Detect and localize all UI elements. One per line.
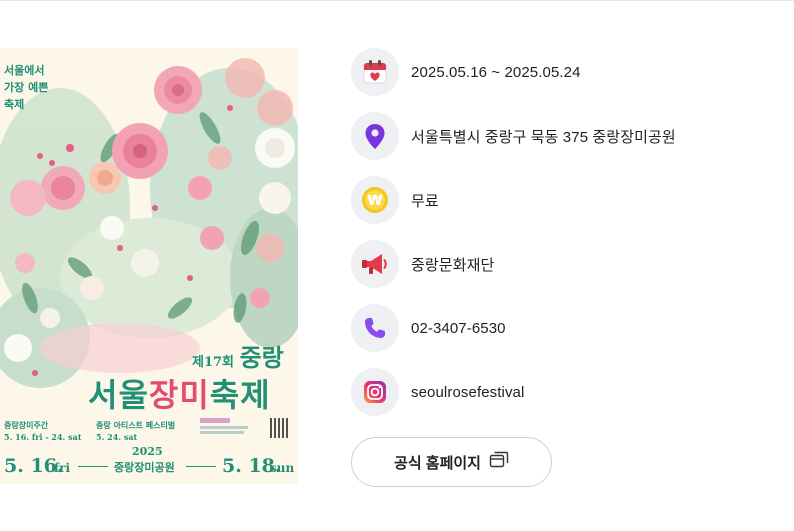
poster-week-info: 중랑장미주간 5. 16. fri - 24. sat <box>4 419 82 443</box>
won-coin-icon: ₩ <box>351 176 399 224</box>
poster-artist-date: 5. 24. sat <box>96 432 138 442</box>
event-instagram-text[interactable]: seoulrosefestival <box>411 384 524 401</box>
poster-region: 중랑 <box>239 343 284 372</box>
poster-edition-line: 제17회 중랑 <box>192 338 284 373</box>
poster-date-line: 5. 16. fri 중랑장미공원 5. 18. sun <box>4 455 296 477</box>
event-organizer-text: 중랑문화재단 <box>411 256 495 274</box>
info-row-date: 2025.05.16 ~ 2025.05.24 <box>351 48 781 96</box>
phone-icon <box>351 304 399 352</box>
official-homepage-button[interactable]: 공식 홈페이지 <box>351 437 552 487</box>
poster-artist-label: 중랑 아티스트 페스티벌 <box>96 420 176 430</box>
official-homepage-label: 공식 홈페이지 <box>394 454 481 472</box>
poster-artist-info: 중랑 아티스트 페스티벌 5. 24. sat <box>96 419 175 443</box>
info-row-location: 서울특별시 중랑구 묵동 375 중랑장미공원 <box>351 112 781 160</box>
poster-title: 서울장미축제 <box>88 370 271 416</box>
poster-divider-line <box>186 466 216 467</box>
megaphone-icon <box>351 240 399 288</box>
poster-title-highlight: 장미 <box>148 376 210 414</box>
info-row-fee: ₩ 무료 <box>351 176 781 224</box>
event-location-text: 서울특별시 중랑구 묵동 375 중랑장미공원 <box>411 128 676 146</box>
calendar-icon <box>351 48 399 96</box>
poster-start-day: fri <box>54 461 71 475</box>
location-pin-icon <box>351 112 399 160</box>
poster-end-day: sun <box>270 461 295 475</box>
info-row-organizer: 중랑문화재단 <box>351 240 781 288</box>
instagram-icon <box>351 368 399 416</box>
festival-poster: 서울에서 가장 예쁜 축제 제17회 중랑 서울장미축제 중랑장미주간 5. 1… <box>0 48 298 484</box>
poster-divider-line <box>78 466 108 467</box>
info-row-instagram: seoulrosefestival <box>351 368 781 416</box>
poster-edition: 제17회 <box>192 355 235 370</box>
poster-tagline-line: 서울에서 <box>4 64 45 77</box>
festival-info-list: 2025.05.16 ~ 2025.05.24 서울특별시 중랑구 묵동 375… <box>351 48 781 432</box>
event-date-text: 2025.05.16 ~ 2025.05.24 <box>411 63 581 81</box>
poster-sponsor-logos <box>200 418 260 440</box>
poster-tagline-line: 가장 예쁜 <box>4 81 49 94</box>
poster-tagline-line: 축제 <box>4 98 25 111</box>
poster-title-part: 서울 <box>88 376 149 414</box>
poster-title-part: 축제 <box>209 376 271 414</box>
poster-week-dates: 5. 16. fri - 24. sat <box>4 432 82 442</box>
external-window-icon <box>489 451 509 474</box>
info-row-phone: 02-3407-6530 <box>351 304 781 352</box>
svg-text:₩: ₩ <box>367 193 383 209</box>
poster-week-label: 중랑장미주간 <box>4 420 49 430</box>
poster-tagline: 서울에서 가장 예쁜 축제 <box>4 62 48 113</box>
poster-qr-code <box>270 418 290 438</box>
event-phone-text[interactable]: 02-3407-6530 <box>411 320 506 337</box>
poster-venue: 중랑장미공원 <box>114 461 175 474</box>
event-fee-text: 무료 <box>411 192 439 210</box>
top-divider <box>0 0 794 1</box>
